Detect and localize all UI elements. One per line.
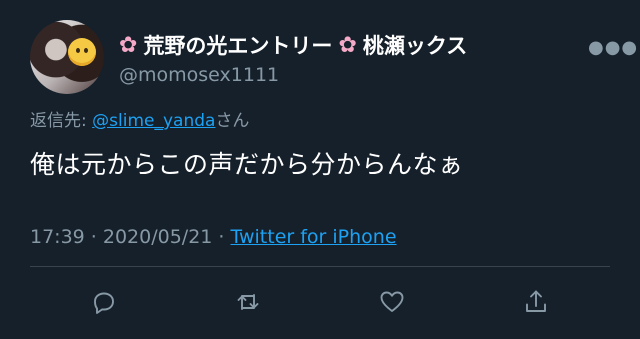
avatar[interactable] xyxy=(30,20,104,94)
cherry-blossom-icon: ✿ xyxy=(338,33,357,58)
share-icon xyxy=(526,290,546,312)
retweet-icon xyxy=(237,294,259,310)
reply-button[interactable] xyxy=(89,287,119,317)
cherry-blossom-icon: ✿ xyxy=(119,33,138,58)
display-name-part-1: 荒野の光エントリー xyxy=(143,34,333,58)
reply-suffix: さん xyxy=(215,111,250,131)
tweet-metadata: 17:39 · 2020/05/21 · Twitter for iPhone xyxy=(30,224,397,250)
like-button[interactable] xyxy=(377,287,407,317)
reply-prefix: 返信先: xyxy=(30,111,93,131)
share-button[interactable] xyxy=(521,287,551,317)
tweet-source-link[interactable]: Twitter for iPhone xyxy=(231,226,397,248)
action-bar xyxy=(0,270,640,332)
divider xyxy=(30,266,610,267)
more-icon[interactable]: ●●● xyxy=(588,37,638,58)
reply-to-link[interactable]: @slime_yanda xyxy=(92,111,215,131)
emoji-face-icon xyxy=(68,38,96,66)
user-handle[interactable]: @momosex1111 xyxy=(119,64,279,86)
display-name[interactable]: ✿ 荒野の光エントリー ✿ 桃瀬ックス xyxy=(119,34,467,58)
reply-context: 返信先: @slime_yandaさん xyxy=(30,110,249,132)
display-name-part-2: 桃瀬ックス xyxy=(362,34,468,58)
reply-icon xyxy=(94,292,114,314)
retweet-button[interactable] xyxy=(233,287,263,317)
tweet-text: 俺は元からこの声だから分からんなぁ xyxy=(30,150,464,179)
tweet-time: 17:39 · 2020/05/21 · xyxy=(30,226,231,248)
like-icon xyxy=(380,291,404,312)
tweet-card: ✿ 荒野の光エントリー ✿ 桃瀬ックス @momosex1111 ●●● 返信先… xyxy=(0,0,640,339)
